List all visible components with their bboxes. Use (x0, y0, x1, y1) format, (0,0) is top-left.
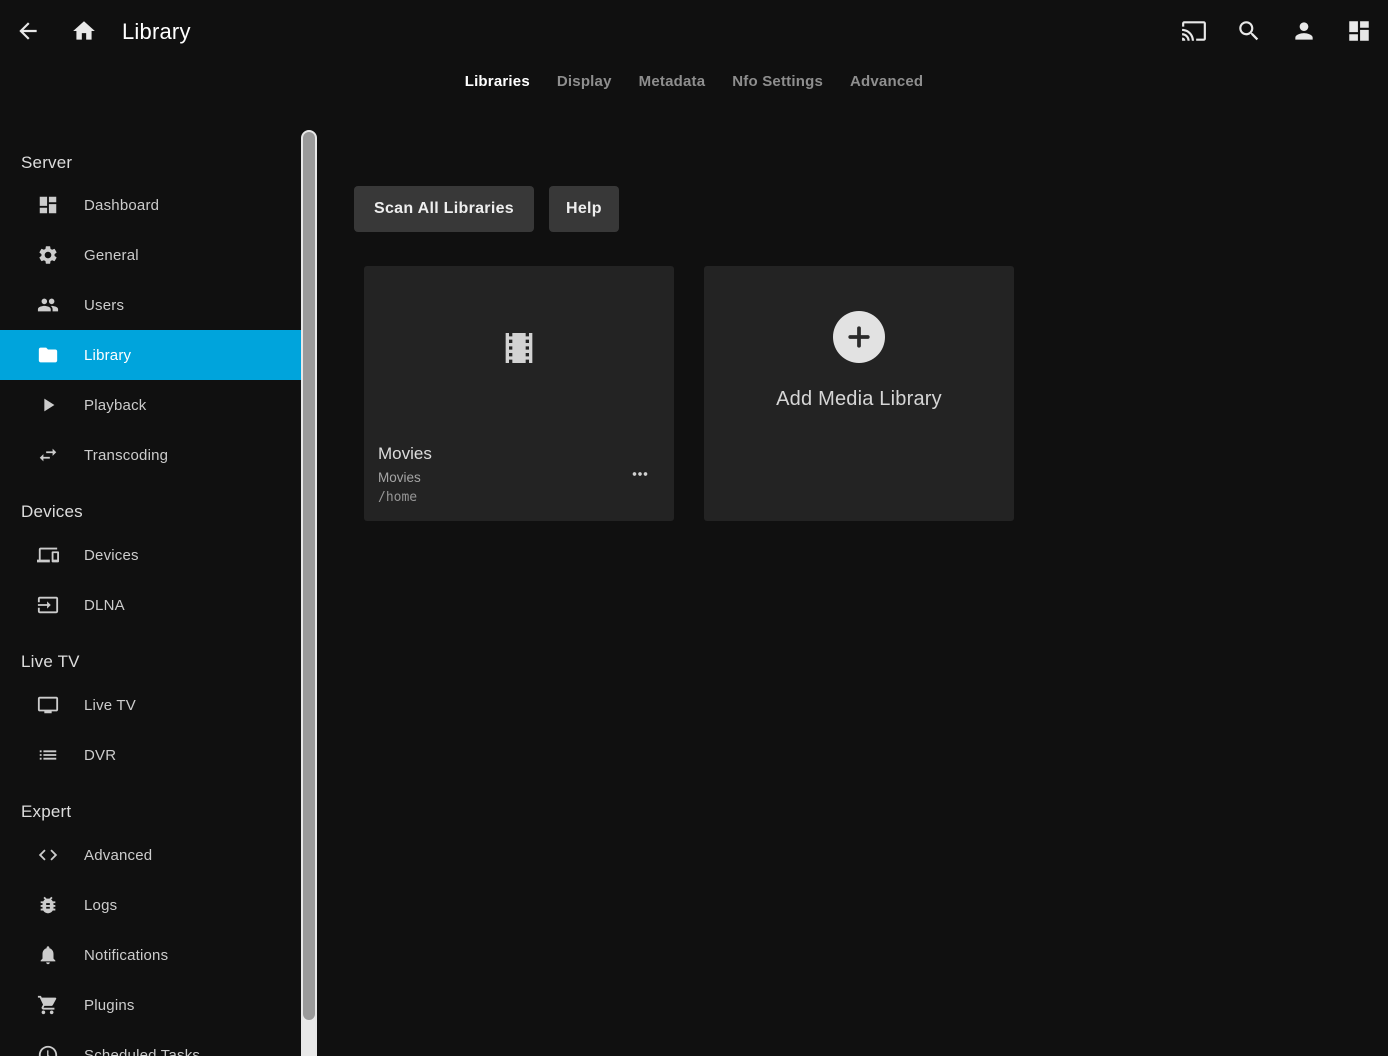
header-right (1172, 10, 1381, 54)
sidebar-item-general[interactable]: General (0, 230, 303, 280)
more-button[interactable] (624, 459, 656, 491)
toolbar: Scan All Libraries Help (354, 186, 1388, 232)
sidebar-item-label: Notifications (84, 947, 168, 964)
sidebar-item-transcoding[interactable]: Transcoding (0, 430, 303, 480)
sidebar-heading-expert: Expert (0, 794, 303, 830)
sidebar-item-devices[interactable]: Devices (0, 530, 303, 580)
more-dots-icon (629, 463, 651, 488)
scrollbar-thumb[interactable] (303, 132, 315, 1020)
sidebar-item-label: Devices (84, 547, 139, 564)
page-title: Library (122, 19, 191, 45)
user-button[interactable] (1282, 10, 1326, 54)
sidebar-item-scheduled-tasks[interactable]: Scheduled Tasks (0, 1030, 303, 1056)
sidebar-item-playback[interactable]: Playback (0, 380, 303, 430)
devices-icon (37, 544, 59, 566)
users-icon (37, 294, 59, 316)
film-icon (499, 328, 539, 373)
app-header: Library (0, 0, 1388, 64)
cart-icon (37, 994, 59, 1016)
tab-display[interactable]: Display (557, 73, 612, 90)
card-image-area (364, 266, 674, 434)
tab-metadata[interactable]: Metadata (639, 73, 706, 90)
clock-icon (37, 1044, 59, 1056)
page-body: Server Dashboard General Users Library P… (0, 130, 1388, 1056)
list-icon (37, 744, 59, 766)
sidebar-item-label: Logs (84, 897, 117, 914)
gear-icon (37, 244, 59, 266)
search-button[interactable] (1227, 10, 1271, 54)
back-icon (15, 18, 41, 47)
sidebar-item-plugins[interactable]: Plugins (0, 980, 303, 1030)
sidebar-heading-server: Server (0, 146, 303, 180)
help-button[interactable]: Help (549, 186, 619, 232)
card-title: Movies (378, 442, 660, 466)
code-icon (37, 844, 59, 866)
sidebar-item-live-tv[interactable]: Live TV (0, 680, 303, 730)
sidebar-item-label: Live TV (84, 697, 136, 714)
play-icon (37, 394, 59, 416)
sidebar-item-label: Playback (84, 397, 146, 414)
sidebar-item-library[interactable]: Library (0, 330, 303, 380)
sidebar-item-dlna[interactable]: DLNA (0, 580, 303, 630)
library-card-movies[interactable]: Movies Movies /home (364, 266, 674, 521)
bell-icon (37, 944, 59, 966)
sidebar-item-users[interactable]: Users (0, 280, 303, 330)
back-button[interactable] (6, 10, 50, 54)
sidebar-item-dashboard[interactable]: Dashboard (0, 180, 303, 230)
header-left: Library (6, 10, 191, 54)
dashboard-grid-icon (1346, 18, 1372, 47)
card-subtitle: Movies (378, 468, 660, 488)
jellyfin-admin-page: Library Libraries Display Metadata Nfo S… (0, 0, 1388, 1056)
sidebar-item-label: Dashboard (84, 197, 159, 214)
sidebar-heading-devices: Devices (0, 494, 303, 530)
input-icon (37, 594, 59, 616)
sidebar-item-label: DLNA (84, 597, 125, 614)
user-icon (1291, 18, 1317, 47)
search-icon (1236, 18, 1262, 47)
dashboard-button[interactable] (1337, 10, 1381, 54)
plus-icon (833, 311, 885, 363)
tv-icon (37, 694, 59, 716)
cast-button[interactable] (1172, 10, 1216, 54)
sidebar-item-label: General (84, 247, 139, 264)
sidebar-item-advanced[interactable]: Advanced (0, 830, 303, 880)
settings-tabs: Libraries Display Metadata Nfo Settings … (0, 64, 1388, 98)
dashboard-icon (37, 194, 59, 216)
tab-libraries[interactable]: Libraries (465, 73, 530, 90)
add-media-library-label: Add Media Library (776, 388, 942, 411)
home-button[interactable] (62, 10, 106, 54)
sidebar-item-label: Library (84, 347, 131, 364)
sidebar-item-label: Advanced (84, 847, 152, 864)
sidebar-item-label: DVR (84, 747, 116, 764)
add-media-library-card[interactable]: Add Media Library (704, 266, 1014, 521)
card-path: /home (378, 488, 660, 508)
folder-icon (37, 344, 59, 366)
main-content: Scan All Libraries Help Movies Movies /h… (320, 130, 1388, 1056)
sidebar-scrollbar[interactable] (301, 130, 317, 1056)
sidebar: Server Dashboard General Users Library P… (0, 130, 303, 1056)
scan-all-libraries-button[interactable]: Scan All Libraries (354, 186, 534, 232)
sidebar-heading-live-tv: Live TV (0, 644, 303, 680)
tab-nfo-settings[interactable]: Nfo Settings (732, 73, 823, 90)
library-cards: Movies Movies /home Add Media Library (364, 266, 1388, 521)
sidebar-item-label: Users (84, 297, 124, 314)
sidebar-item-dvr[interactable]: DVR (0, 730, 303, 780)
sidebar-item-label: Plugins (84, 997, 135, 1014)
sidebar-item-label: Scheduled Tasks (84, 1047, 200, 1056)
sidebar-item-notifications[interactable]: Notifications (0, 930, 303, 980)
cast-icon (1181, 18, 1207, 47)
swap-arrows-icon (37, 444, 59, 466)
sidebar-item-label: Transcoding (84, 447, 168, 464)
bug-icon (37, 894, 59, 916)
sidebar-item-logs[interactable]: Logs (0, 880, 303, 930)
tab-advanced[interactable]: Advanced (850, 73, 923, 90)
home-icon (71, 18, 97, 47)
